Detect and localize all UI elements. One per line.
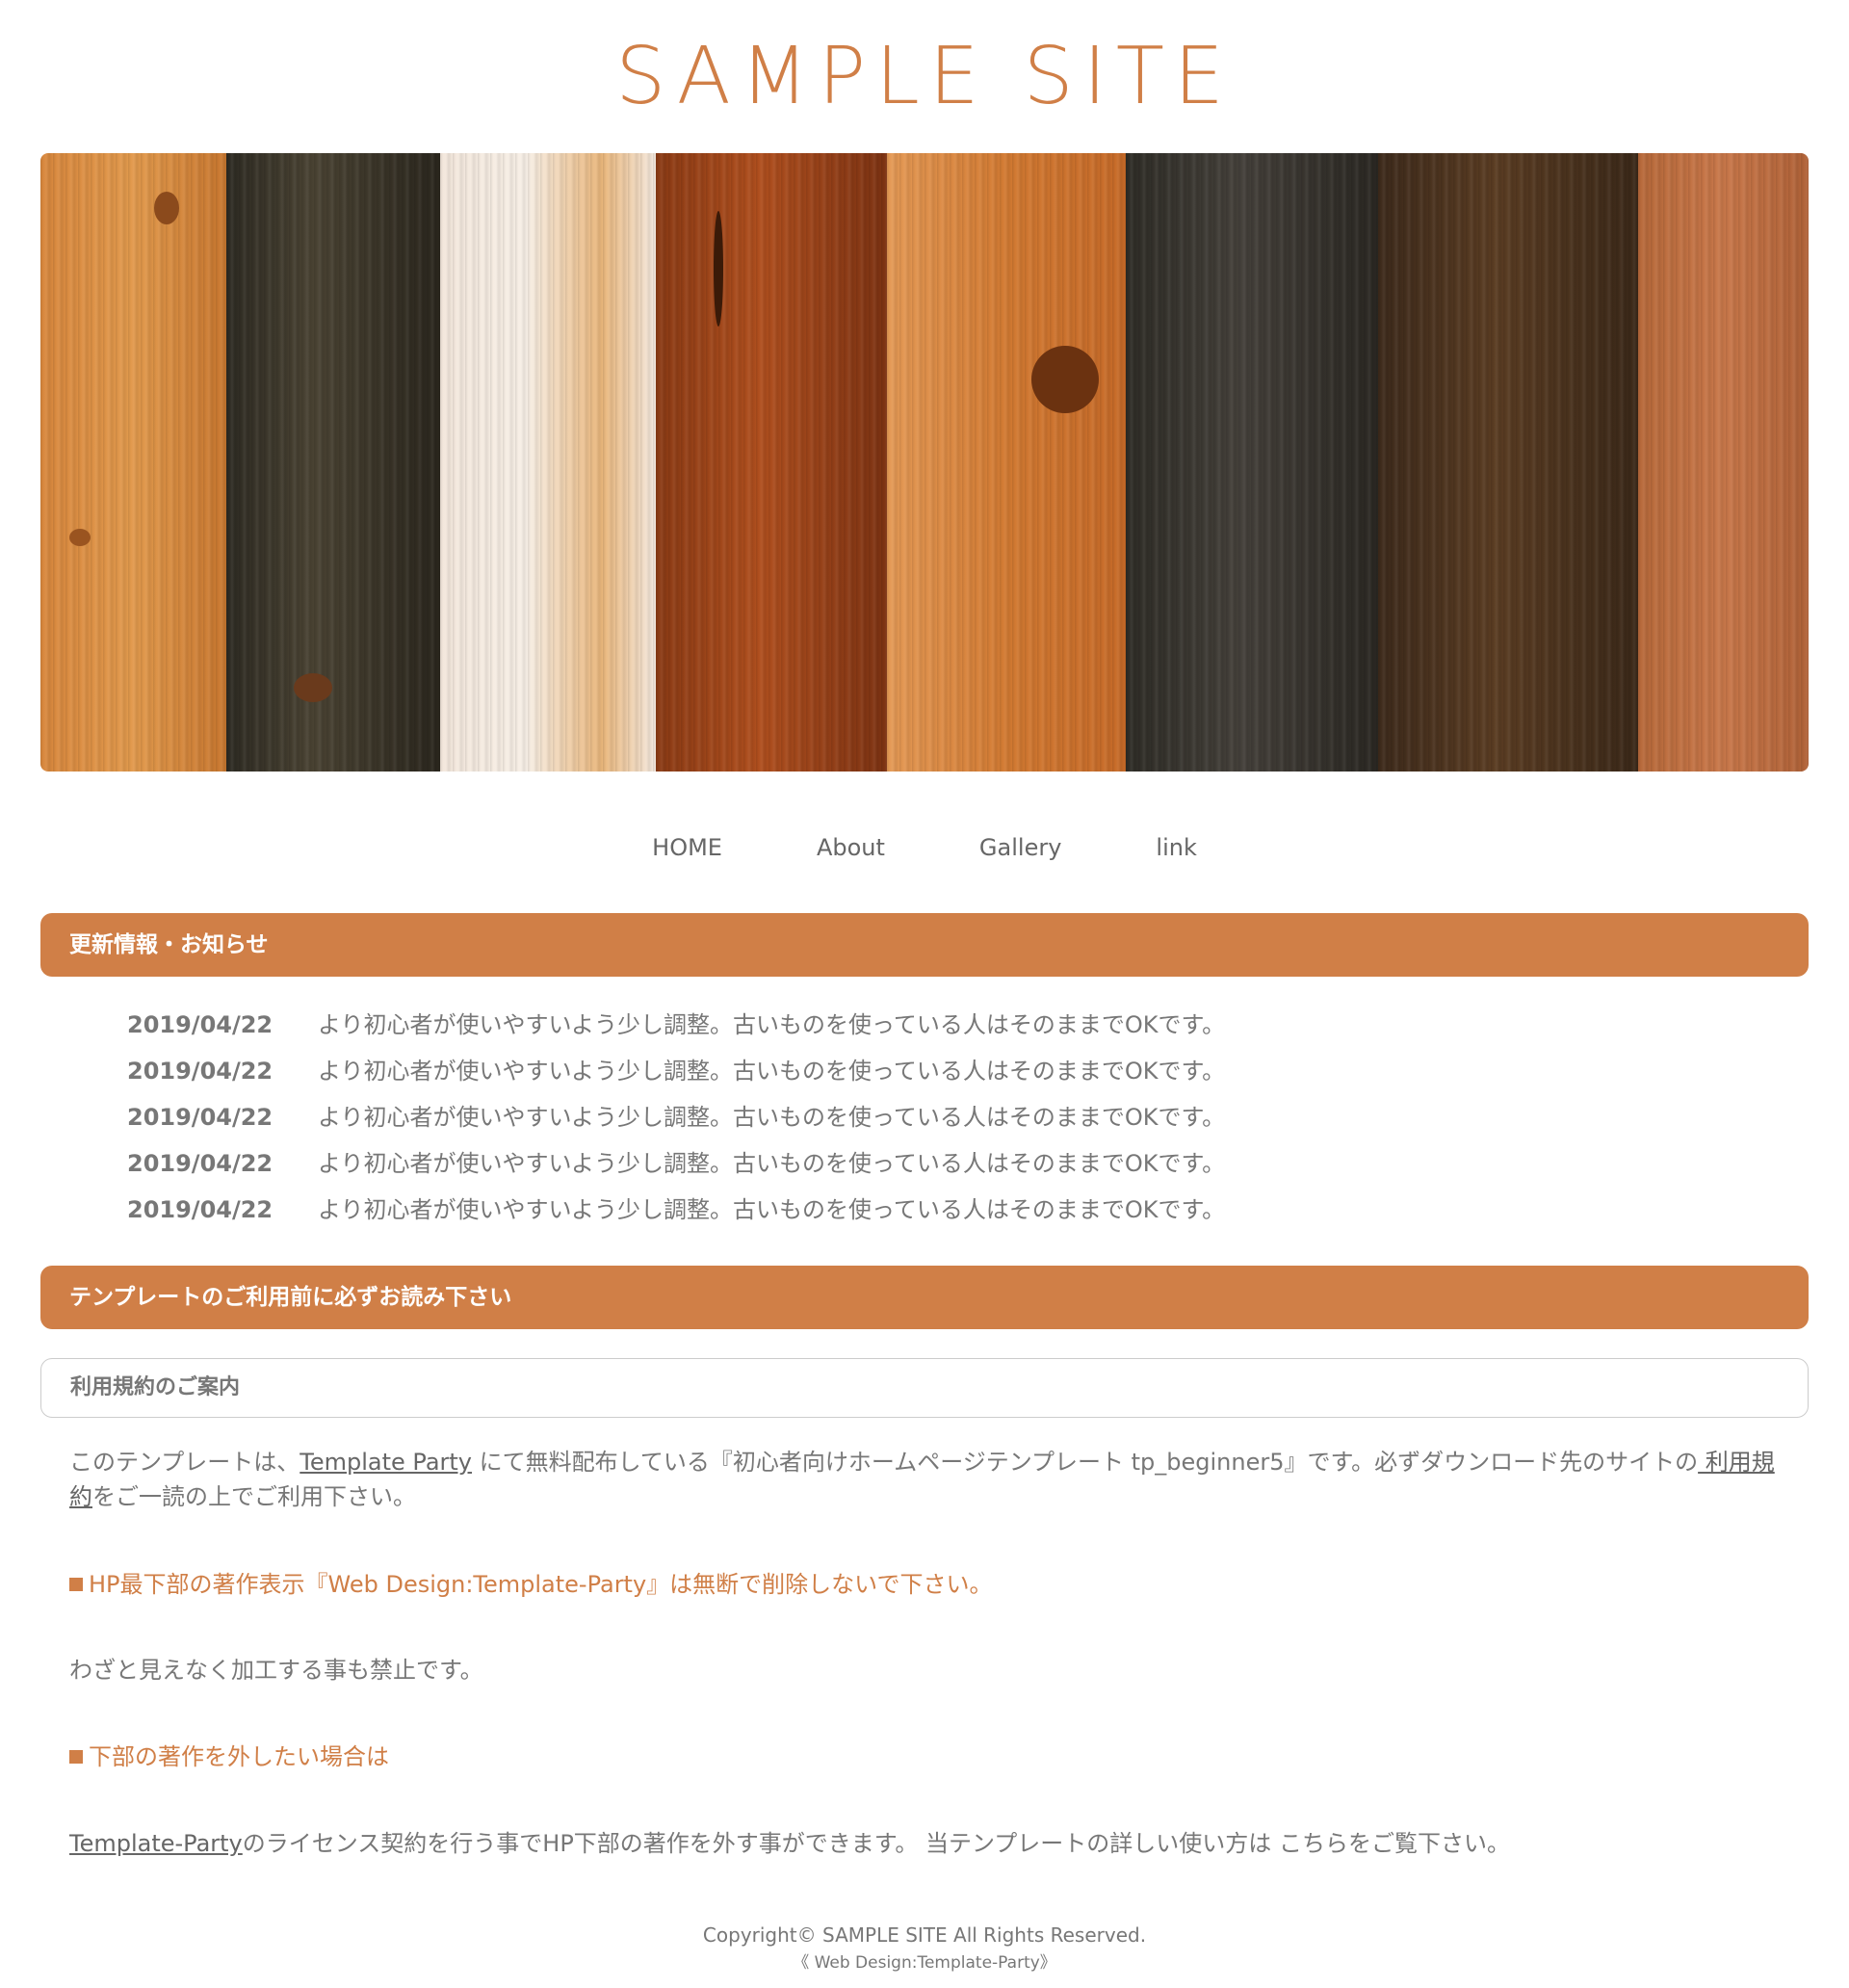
site-logo-title[interactable]: SAMPLE SITE [0,29,1849,125]
nav-item-about[interactable]: About [769,826,932,869]
license-link[interactable]: Template-Party [69,1830,243,1857]
news-item: 2019/04/22 より初心者が使いやすいよう少し調整。古いものを使っている人… [127,1140,1764,1187]
license-text: のライセンス契約を行う事でHP下部の著作を外す事ができます。 当テンプレートの詳… [242,1830,1510,1857]
news-date: 2019/04/22 [127,1058,273,1085]
news-text: より初心者が使いやすいよう少し調整。古いものを使っている人はそのままでOKです。 [318,1104,1226,1131]
hero-plank [887,153,1126,772]
news-date: 2019/04/22 [127,1104,273,1131]
intro-text-pre: このテンプレートは、 [69,1449,300,1476]
hero-plank [1378,153,1638,772]
news-text: より初心者が使いやすいよう少し調整。古いものを使っている人はそのままでOKです。 [318,1150,1226,1177]
news-text: より初心者が使いやすいよう少し調整。古いものを使っている人はそのままでOKです。 [318,1011,1226,1038]
rule-copyright-note: わざと見えなく加工する事も禁止です。 [69,1657,483,1684]
footer: Copyright© SAMPLE SITE All Rights Reserv… [0,1921,1849,1976]
nav-item-gallery[interactable]: Gallery [932,826,1108,869]
news-text: より初心者が使いやすいよう少し調整。古いものを使っている人はそのままでOKです。 [318,1058,1226,1085]
news-list: 2019/04/22 より初心者が使いやすいよう少し調整。古いものを使っている人… [127,1002,1764,1233]
hero-plank [440,153,656,772]
news-date: 2019/04/22 [127,1196,273,1223]
news-text: より初心者が使いやすいよう少し調整。古いものを使っている人はそのままでOKです。 [318,1196,1226,1223]
rule-copyright-text: HP最下部の著作表示『Web Design:Template-Party』は無断… [89,1571,993,1598]
license-paragraph: Template-Partyのライセンス契約を行う事でHP下部の著作を外す事がで… [69,1826,1784,1861]
news-item: 2019/04/22 より初心者が使いやすいよう少し調整。古いものを使っている人… [127,1002,1764,1048]
hero-plank [226,153,440,772]
intro-text-post: をご一読の上でご利用下さい。 [92,1483,416,1510]
square-bullet-icon [69,1750,83,1764]
news-item: 2019/04/22 より初心者が使いやすいよう少し調整。古いものを使っている人… [127,1187,1764,1233]
template-party-link[interactable]: Template Party [299,1449,472,1476]
intro-text-mid: にて無料配布している『初心者向けホームページテンプレート tp_beginner… [472,1449,1699,1476]
nav-item-home[interactable]: HOME [605,826,769,869]
main-nav: HOME About Gallery link [0,826,1849,869]
notice-heading: テンプレートのご利用前に必ずお読み下さい [40,1266,1809,1329]
nav-item-link[interactable]: link [1108,826,1243,869]
intro-paragraph: このテンプレートは、Template Party にて無料配布している『初心者向… [69,1445,1784,1514]
wood-planks-image [40,153,1809,772]
news-item: 2019/04/22 より初心者が使いやすいよう少し調整。古いものを使っている人… [127,1094,1764,1140]
rule-remove-credit-text: 下部の著作を外したい場合は [89,1743,389,1770]
square-bullet-icon [69,1578,83,1591]
terms-subheading: 利用規約のご案内 [40,1358,1809,1418]
rule-copyright-notice: HP最下部の著作表示『Web Design:Template-Party』は無断… [69,1567,1784,1602]
news-heading: 更新情報・お知らせ [40,913,1809,977]
news-date: 2019/04/22 [127,1150,273,1177]
footer-credit-link[interactable]: 《 Web Design:Template-Party》 [0,1949,1849,1976]
hero-plank [1638,153,1809,772]
hero-plank [1126,153,1378,772]
hero-plank [656,153,887,772]
footer-copyright: Copyright© SAMPLE SITE All Rights Reserv… [702,1923,1147,1947]
rule-remove-credit: 下部の著作を外したい場合は [69,1740,1784,1774]
hero-plank [40,153,226,772]
news-item: 2019/04/22 より初心者が使いやすいよう少し調整。古いものを使っている人… [127,1048,1764,1094]
news-date: 2019/04/22 [127,1011,273,1038]
